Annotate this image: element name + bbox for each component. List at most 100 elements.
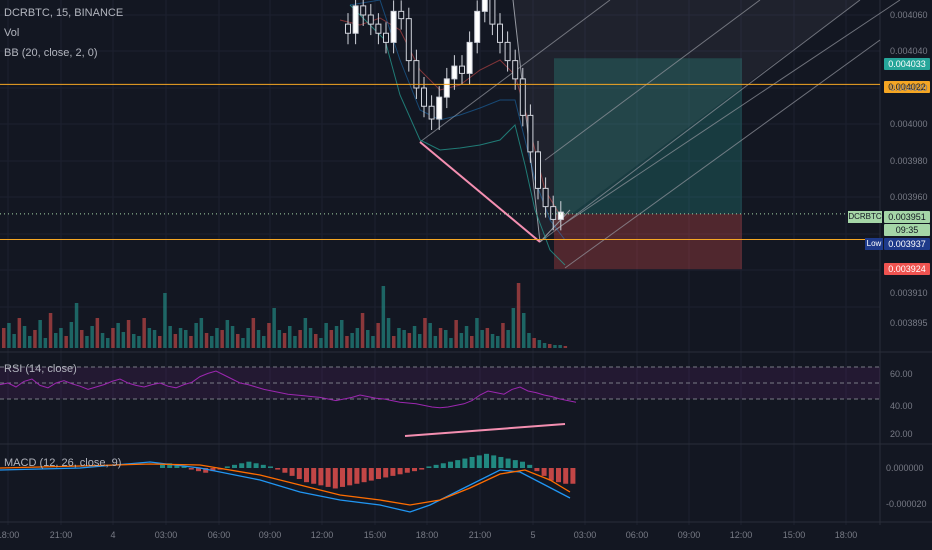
time-tick-label: 18:00 [415, 530, 439, 540]
candle-body [443, 78, 450, 98]
macd-histogram-bar [448, 461, 453, 468]
volume-bar [204, 333, 209, 348]
current-price-tag: 0.003951 [884, 211, 930, 223]
time-tick-label: 06:00 [625, 530, 649, 540]
macd-histogram-bar [520, 461, 525, 468]
volume-bar [329, 330, 334, 348]
macd-histogram-bar [548, 468, 554, 481]
volume-bar [470, 336, 474, 348]
symbol-tag: DCRBTC [848, 211, 882, 223]
volume-bar [241, 338, 245, 348]
macd-histogram-bar [498, 456, 504, 468]
volume-bar [418, 334, 422, 348]
volume-bar [428, 323, 432, 348]
macd-tick-label: -0.000020 [886, 499, 927, 509]
macd-histogram-bar [433, 464, 439, 468]
low-price-tag: 0.003937 [884, 238, 930, 250]
volume-bar [189, 336, 193, 348]
volume-bar [184, 330, 188, 348]
volume-bar [80, 330, 84, 348]
candle-body [466, 41, 473, 74]
volume-bar [381, 286, 386, 348]
volume-bar [132, 334, 136, 348]
volume-bar [147, 328, 152, 348]
volume-bar [340, 320, 344, 348]
price-tick-label: 0.003960 [890, 192, 928, 202]
volume-bar [173, 334, 178, 348]
grid [0, 0, 932, 525]
chart-canvas[interactable] [0, 0, 932, 550]
volume-bar [522, 313, 526, 348]
volume-bar [464, 326, 469, 348]
rsi-legend[interactable]: RSI (14, close) [4, 363, 77, 375]
volume-bars [2, 283, 568, 348]
price-tick-label: 0.004060 [890, 10, 928, 20]
volume-bar [454, 320, 458, 348]
volume-bar [168, 326, 172, 348]
time-tick-label: 4 [110, 530, 116, 540]
volume-bar [137, 336, 141, 348]
macd-histogram-bar [239, 463, 245, 468]
time-tick-label: 03:00 [573, 530, 597, 540]
candle-body [557, 211, 564, 220]
time-tick-label: 18:00 [0, 530, 20, 540]
candle-body [535, 151, 541, 189]
price-tick-label: 0.003910 [890, 288, 928, 298]
volume-bar [459, 333, 464, 348]
volume-bar [516, 283, 521, 348]
candle-body [345, 23, 351, 34]
volume-bar [527, 333, 531, 348]
volume-bar [152, 330, 157, 348]
volume-bar [506, 330, 510, 348]
macd-tick-label: 0.000000 [886, 463, 924, 473]
macd-histogram-bar [455, 460, 461, 468]
time-tick-label: 18:00 [834, 530, 858, 540]
time-tick-label: 21:00 [49, 530, 73, 540]
volume-bar [350, 333, 354, 348]
volume-bar [371, 336, 375, 348]
macd-histogram-bar [534, 468, 540, 472]
symbol-legend[interactable]: DCRBTC, 15, BINANCE [4, 7, 123, 19]
macd-histogram-bar [282, 468, 288, 473]
candle-body [436, 96, 443, 120]
macd-legend[interactable]: MACD (12, 26, close, 9) [4, 457, 121, 469]
volume-bar [376, 323, 380, 348]
volume-bar [220, 330, 224, 348]
volume-bar [126, 320, 131, 348]
volume-bar [54, 333, 58, 348]
candle-body [489, 0, 496, 25]
volume-bar [423, 318, 427, 348]
target-price-tag: 0.004033 [884, 58, 930, 70]
bollinger-legend[interactable]: BB (20, close, 2, 0) [4, 47, 98, 59]
volume-bar [277, 330, 282, 348]
volume-legend[interactable]: Vol [4, 27, 19, 39]
time-tick-label: 09:00 [677, 530, 701, 540]
rsi-panel [0, 366, 880, 437]
volume-bar [293, 336, 297, 348]
volume-bar [48, 313, 53, 348]
candle-body [512, 60, 519, 80]
volume-bar [324, 323, 328, 348]
time-tick-label: 12:00 [310, 530, 334, 540]
volume-bar [246, 328, 250, 348]
rsi-band [0, 367, 880, 399]
volume-bar [262, 336, 266, 348]
macd-histogram-bar [311, 468, 317, 484]
price-tick-label: 0.004040 [890, 46, 928, 56]
macd-histogram-bar [476, 455, 482, 468]
macd-histogram-bar [570, 468, 576, 484]
macd-histogram-bar [426, 466, 432, 468]
volume-bar [64, 336, 68, 348]
volume-bar [496, 336, 500, 348]
macd-histogram-bar [484, 453, 489, 468]
volume-bar [2, 328, 6, 348]
volume-bar [194, 323, 198, 348]
macd-histogram-bar [440, 463, 446, 468]
volume-bar [288, 326, 292, 348]
macd-histogram-bar [469, 456, 475, 468]
volume-bar [251, 318, 256, 348]
volume-bar [69, 322, 74, 348]
volume-bar [360, 313, 365, 348]
price-tick-label: 0.003980 [890, 156, 928, 166]
volume-bar [22, 326, 27, 348]
